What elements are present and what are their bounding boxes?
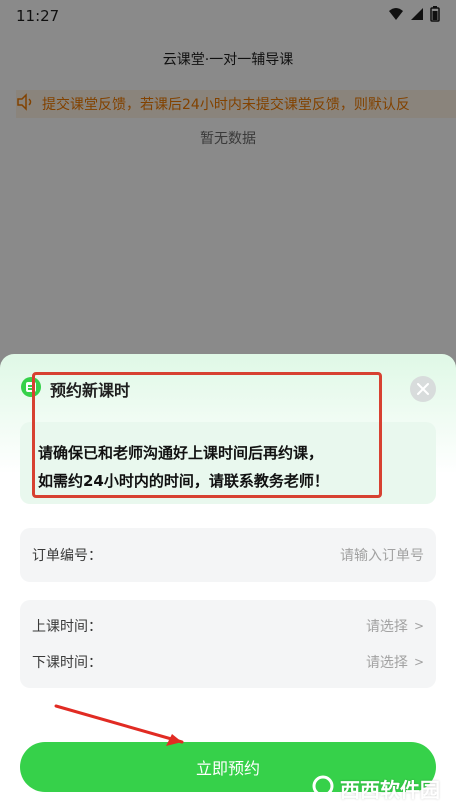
annotation-arrow <box>54 704 184 746</box>
